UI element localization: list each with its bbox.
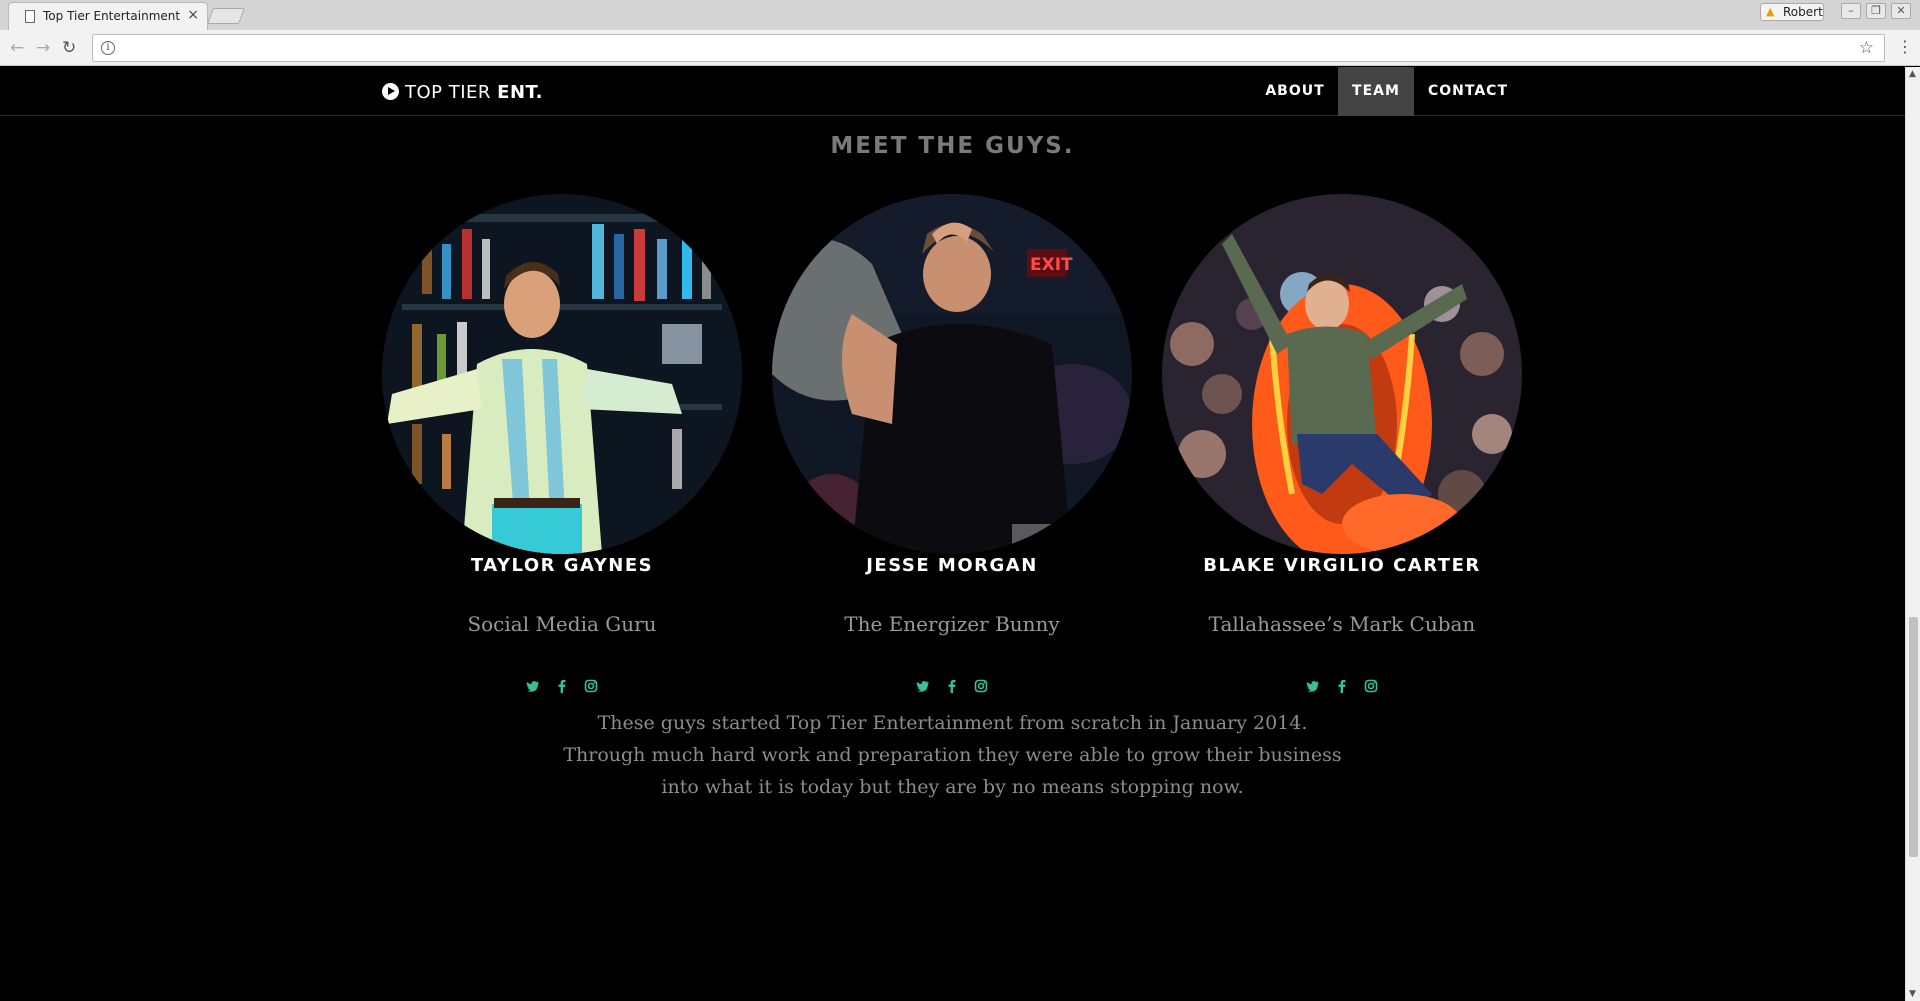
tab-title: Top Tier Entertainment (43, 9, 181, 23)
close-window-button[interactable]: ✕ (1891, 3, 1911, 19)
forward-arrow-icon[interactable]: → (36, 38, 50, 58)
warning-icon: ▲ (1766, 5, 1775, 18)
logo-text-light: TOP TIER (405, 82, 491, 103)
twitter-icon[interactable] (526, 679, 540, 693)
browser-tab-strip: Top Tier Entertainment × ▲ Robert – ❐ ✕ (0, 0, 1920, 30)
back-arrow-icon[interactable]: ← (10, 38, 24, 58)
profile-name: Robert (1783, 5, 1823, 19)
nav-contact[interactable]: CONTACT (1414, 67, 1522, 116)
site-navbar: TOP TIER ENT. ABOUT TEAM CONTACT (0, 67, 1905, 116)
browser-menu-icon[interactable]: ⋮ (1897, 37, 1913, 56)
twitter-icon[interactable] (916, 679, 930, 693)
instagram-icon[interactable] (584, 679, 598, 693)
play-icon (382, 83, 399, 100)
facebook-icon[interactable] (1335, 679, 1349, 693)
bookmark-star-icon[interactable]: ☆ (1859, 38, 1874, 58)
member-name: TAYLOR GAYNES (470, 555, 654, 576)
social-links (1162, 675, 1522, 694)
member-name: JESSE MORGAN (866, 555, 1038, 576)
member-name: BLAKE VIRGILIO CARTER (1203, 555, 1481, 576)
member-role: Tallahassee’s Mark Cuban (1208, 612, 1476, 636)
address-bar[interactable]: i ☆ (92, 34, 1885, 62)
member-role: Social Media Guru (467, 612, 657, 636)
scroll-down-arrow-icon[interactable]: ▼ (1909, 989, 1916, 999)
profile-button[interactable]: ▲ Robert (1760, 3, 1824, 21)
twitter-icon[interactable] (1306, 679, 1320, 693)
reload-icon[interactable]: ↻ (62, 38, 76, 58)
section-title: MEET THE GUYS. (830, 133, 1075, 159)
new-tab-button[interactable] (207, 8, 245, 24)
svg-text:EXIT: EXIT (1030, 255, 1073, 275)
description-line: into what it is today but they are by no… (661, 776, 1244, 798)
nav-team[interactable]: TEAM (1338, 67, 1414, 116)
nav-about[interactable]: ABOUT (1253, 67, 1337, 116)
facebook-icon[interactable] (555, 679, 569, 693)
instagram-icon[interactable] (974, 679, 988, 693)
site-logo[interactable]: TOP TIER ENT. (382, 81, 543, 103)
scrollbar-thumb[interactable] (1909, 617, 1918, 857)
member-role: The Energizer Bunny (844, 612, 1060, 636)
social-links (382, 675, 742, 694)
restore-button[interactable]: ❐ (1866, 3, 1886, 19)
team-description: These guys started Top Tier Entertainmen… (480, 707, 1425, 803)
description-line: These guys started Top Tier Entertainmen… (597, 712, 1308, 734)
portrait-photo: EXIT (772, 194, 1132, 554)
facebook-icon[interactable] (945, 679, 959, 693)
page-scrollbar[interactable]: ▲ ▼ (1905, 67, 1920, 1001)
portrait-photo (1162, 194, 1522, 554)
logo-text-bold: ENT. (497, 82, 543, 103)
close-tab-icon[interactable]: × (187, 7, 199, 23)
website: TOP TIER ENT. ABOUT TEAM CONTACT MEET TH… (0, 67, 1905, 1001)
social-links (772, 675, 1132, 694)
minimize-button[interactable]: – (1841, 3, 1861, 19)
portrait-photo (382, 194, 742, 554)
info-icon[interactable]: i (101, 41, 115, 55)
browser-tab[interactable]: Top Tier Entertainment × (8, 2, 208, 30)
browser-toolbar: ← → ↻ i ☆ ⋮ (0, 30, 1920, 66)
document-icon (25, 10, 35, 23)
instagram-icon[interactable] (1364, 679, 1378, 693)
scroll-up-arrow-icon[interactable]: ▲ (1909, 69, 1916, 79)
description-line: Through much hard work and preparation t… (563, 744, 1342, 766)
